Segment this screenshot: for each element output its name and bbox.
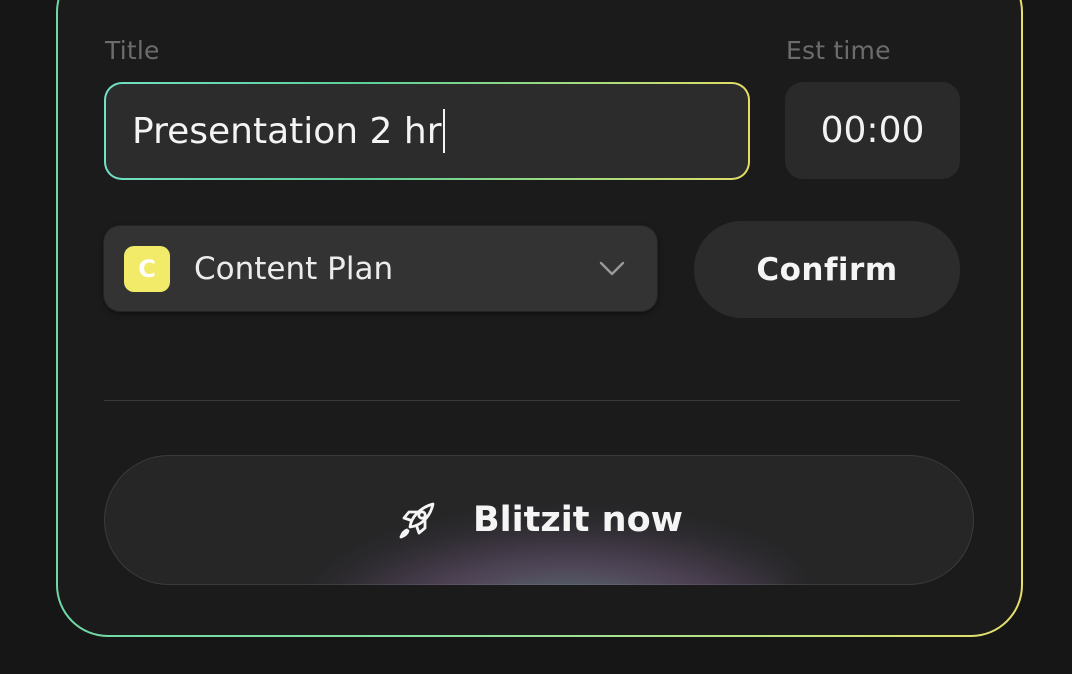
app-screen: Title Est time Presentation 2 hr 00:00 C… (0, 0, 1072, 674)
blitzit-now-label: Blitzit now (473, 500, 683, 540)
title-input-border: Presentation 2 hr (104, 82, 750, 180)
divider (104, 400, 960, 401)
chevron-down-icon (599, 261, 625, 276)
rocket-icon (399, 502, 435, 539)
confirm-button[interactable]: Confirm (694, 221, 960, 318)
est-time-input[interactable]: 00:00 (785, 82, 960, 179)
project-select-value: Content Plan (194, 250, 394, 287)
est-time-label: Est time (786, 36, 891, 65)
project-badge: C (124, 245, 170, 292)
project-select[interactable]: C Content Plan (104, 226, 657, 311)
title-input[interactable]: Presentation 2 hr (106, 84, 748, 178)
title-label: Title (105, 36, 160, 65)
title-input-value: Presentation 2 hr (132, 110, 442, 152)
blitzit-now-button[interactable]: Blitzit now (104, 455, 974, 585)
blitzit-now-content: Blitzit now (104, 455, 974, 585)
text-caret (442, 109, 445, 153)
